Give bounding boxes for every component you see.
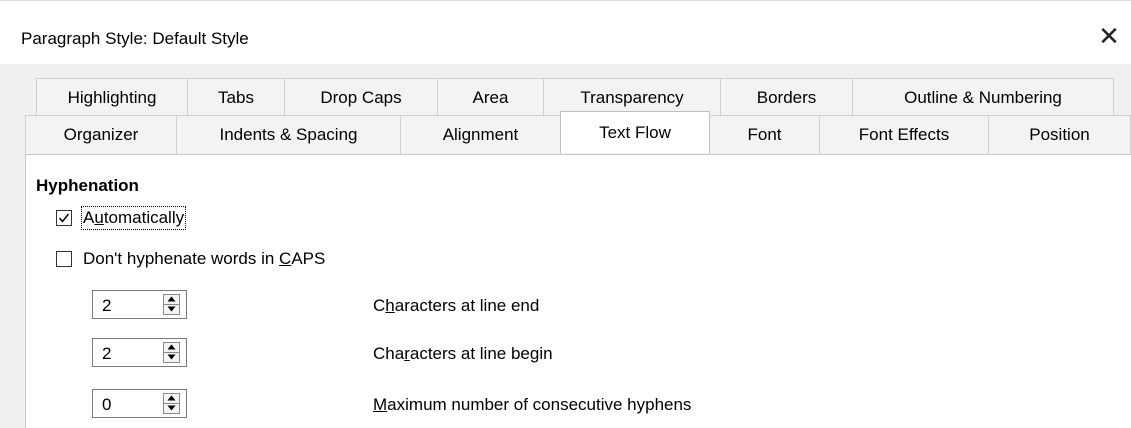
- chars-line-end-spin-buttons: [163, 294, 180, 315]
- arrow-down-icon[interactable]: [164, 353, 179, 362]
- arrow-down-icon[interactable]: [164, 305, 179, 314]
- tab-indents-spacing[interactable]: Indents & Spacing: [176, 115, 401, 154]
- dont-hyphenate-caps-checkbox[interactable]: [56, 251, 72, 267]
- dont-hyphenate-caps-label[interactable]: Don't hyphenate words in CAPS: [83, 249, 325, 269]
- automatically-label-mnemonic: u: [94, 208, 104, 227]
- tab-area[interactable]: Area: [437, 78, 544, 117]
- tab-tabs[interactable]: Tabs: [187, 78, 285, 117]
- chars-line-end-value[interactable]: 2: [102, 296, 111, 316]
- arrow-up-icon[interactable]: [164, 295, 179, 305]
- chars-line-begin-spin-buttons: [163, 342, 180, 363]
- tab-organizer[interactable]: Organizer: [25, 115, 177, 154]
- automatically-label[interactable]: Automatically: [80, 206, 187, 230]
- chars-line-begin-spinbox[interactable]: 2: [92, 338, 187, 367]
- tab-borders[interactable]: Borders: [720, 78, 853, 117]
- chars-line-end-label-mnemonic: h: [385, 296, 395, 315]
- chars-line-end-label: Characters at line end: [373, 296, 539, 316]
- max-hyphens-label-mnemonic: M: [373, 395, 388, 414]
- tab-position[interactable]: Position: [988, 115, 1131, 154]
- chars-line-begin-label-post: acters at line begin: [409, 344, 553, 363]
- dont-caps-label-mnemonic: C: [279, 249, 292, 268]
- chars-line-end-spinbox[interactable]: 2: [92, 290, 187, 319]
- tab-row-2: Organizer Indents & Spacing Alignment Te…: [25, 111, 1131, 154]
- dialog-title: Paragraph Style: Default Style: [21, 29, 249, 48]
- tab-highlighting[interactable]: Highlighting: [36, 78, 188, 117]
- chars-line-begin-label-pre: Cha: [373, 344, 405, 363]
- automatically-checkbox[interactable]: [56, 210, 72, 226]
- chars-line-end-label-post: aracters at line end: [394, 296, 540, 315]
- tab-drop-caps[interactable]: Drop Caps: [284, 78, 438, 117]
- chars-line-begin-value[interactable]: 2: [102, 344, 111, 364]
- checkmark-icon: [58, 213, 70, 223]
- dont-caps-label-post: APS: [291, 249, 326, 268]
- tab-text-flow[interactable]: Text Flow: [560, 111, 710, 153]
- max-hyphens-spin-buttons: [163, 393, 180, 414]
- chars-line-begin-label: Characters at line begin: [373, 344, 553, 364]
- chars-line-end-label-pre: C: [373, 296, 386, 315]
- title-bar: Paragraph Style: Default Style ✕: [0, 1, 1131, 64]
- hyphenation-heading: Hyphenation: [36, 176, 139, 195]
- automatically-label-post: tomatically: [103, 208, 185, 227]
- arrow-down-icon[interactable]: [164, 404, 179, 413]
- tab-alignment[interactable]: Alignment: [400, 115, 561, 154]
- tab-font-effects[interactable]: Font Effects: [819, 115, 989, 154]
- max-hyphens-value[interactable]: 0: [102, 395, 111, 415]
- max-hyphens-spinbox[interactable]: 0: [92, 389, 187, 418]
- close-icon[interactable]: ✕: [1092, 19, 1126, 53]
- max-hyphens-label: Maximum number of consecutive hyphens: [373, 395, 691, 415]
- arrow-up-icon[interactable]: [164, 343, 179, 353]
- dont-caps-label-pre: Don't hyphenate words in: [83, 249, 280, 268]
- tab-font[interactable]: Font: [709, 115, 820, 154]
- max-hyphens-label-post: aximum number of consecutive hyphens: [387, 395, 692, 414]
- tab-outline-numbering[interactable]: Outline & Numbering: [852, 78, 1114, 117]
- text-flow-panel: [25, 154, 1131, 428]
- arrow-up-icon[interactable]: [164, 394, 179, 404]
- automatically-label-pre: A: [83, 208, 95, 227]
